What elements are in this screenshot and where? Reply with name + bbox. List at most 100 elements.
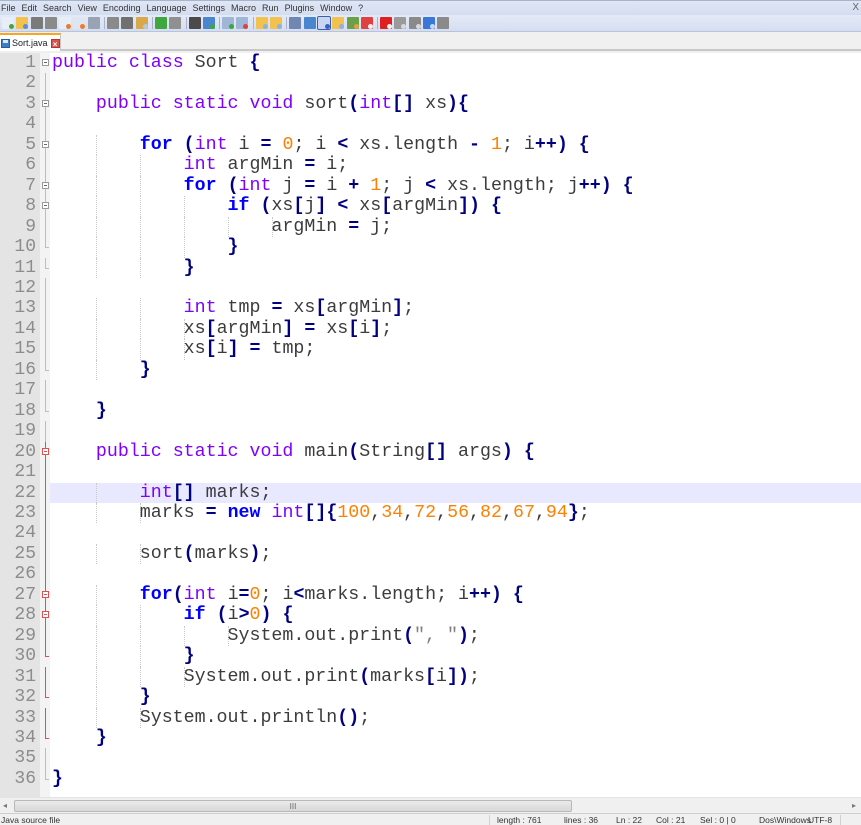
sync-horizontal-icon[interactable] (270, 17, 283, 29)
code-text-area[interactable]: public static void sort(int[] xs){ (50, 94, 861, 114)
code-text-area[interactable]: System.out.print(", "); (50, 625, 861, 647)
scrollbar-thumb[interactable]: III (14, 800, 572, 812)
code-text-area[interactable]: for (int i = 0; i < xs.length - 1; i++) … (50, 134, 861, 156)
code-text-area[interactable] (50, 564, 861, 584)
code-text-area[interactable] (50, 278, 861, 298)
code-line[interactable]: 3 public static void sort(int[] xs){ (0, 93, 861, 115)
code-line[interactable]: 5 for (int i = 0; i < xs.length - 1; i++… (0, 134, 861, 156)
record-macro-icon[interactable] (380, 17, 393, 29)
close-all-icon[interactable] (73, 17, 86, 29)
code-line[interactable]: 8 if (xs[j] < xs[argMin]) { (0, 196, 861, 217)
code-line[interactable]: 26 (0, 564, 861, 585)
code-text-area[interactable]: int argMin = i; (50, 155, 861, 176)
menu-run[interactable]: Run (259, 1, 282, 15)
code-text-area[interactable]: if (xs[j] < xs[argMin]) { (50, 196, 861, 217)
scroll-left-arrow-icon[interactable]: ◂ (3, 801, 7, 810)
paste-icon[interactable] (135, 17, 148, 29)
menu-plugins[interactable]: Plugins (282, 1, 318, 15)
code-editor[interactable]: 1 public class Sort {2 3 public static voi… (0, 53, 861, 797)
code-text-area[interactable]: int[] marks; (50, 482, 861, 503)
code-text-area[interactable]: } (50, 401, 861, 421)
scroll-right-arrow-icon[interactable]: ▸ (852, 801, 856, 810)
zoom-in-icon[interactable] (222, 17, 235, 29)
code-text-area[interactable]: if (i>0) { (50, 605, 861, 626)
save-icon[interactable] (30, 17, 43, 29)
run-macro-multiple-icon[interactable] (423, 17, 436, 29)
menu-help[interactable]: ? (355, 1, 366, 15)
code-text-area[interactable]: System.out.print(marks[i]); (50, 666, 861, 688)
code-line[interactable]: 33 System.out.println(); (0, 707, 861, 728)
code-line[interactable]: 32 } (0, 687, 861, 708)
play-macro-icon[interactable] (408, 17, 421, 29)
code-line[interactable]: 10 } (0, 237, 861, 258)
code-line[interactable]: 4 (0, 114, 861, 135)
horizontal-scrollbar[interactable]: ◂ III ▸ (0, 797, 861, 813)
menu-search[interactable]: Search (40, 1, 75, 15)
menu-window[interactable]: Window (317, 1, 355, 15)
code-text-area[interactable] (50, 421, 861, 441)
redo-icon[interactable] (169, 17, 182, 29)
code-line[interactable]: 9 argMin = j; (0, 216, 861, 238)
code-text-area[interactable]: argMin = j; (50, 216, 861, 238)
code-text-area[interactable]: int tmp = xs[argMin]; (50, 298, 861, 319)
fold-toggle-icon[interactable] (40, 605, 50, 626)
menu-settings[interactable]: Settings (190, 1, 229, 15)
copy-icon[interactable] (121, 17, 134, 29)
code-line[interactable]: 28 if (i>0) { (0, 605, 861, 626)
code-line[interactable]: 27 for(int i=0; i<marks.length; i++) { (0, 584, 861, 606)
code-line[interactable]: 25 sort(marks); (0, 543, 861, 565)
code-text-area[interactable]: } (50, 687, 861, 708)
menu-macro[interactable]: Macro (228, 1, 259, 15)
open-file-icon[interactable] (16, 17, 29, 29)
code-text-area[interactable]: System.out.println(); (50, 707, 861, 728)
save-all-icon[interactable] (44, 17, 57, 29)
code-text-area[interactable] (50, 523, 861, 543)
code-line[interactable]: 29 System.out.print(", "); (0, 625, 861, 647)
code-text-area[interactable]: sort(marks); (50, 543, 861, 565)
menu-language[interactable]: Language (143, 1, 189, 15)
close-file-icon[interactable] (59, 17, 72, 29)
menu-encoding[interactable]: Encoding (100, 1, 144, 15)
tab-sort-java[interactable]: Sort.java × (0, 33, 61, 51)
fold-toggle-icon[interactable] (40, 53, 50, 73)
show-all-chars-icon[interactable] (303, 17, 316, 29)
code-text-area[interactable]: public class Sort { (50, 53, 861, 73)
sync-vertical-icon[interactable] (255, 17, 268, 29)
code-line[interactable]: 17 (0, 380, 861, 401)
code-line[interactable]: 22 int[] marks; (0, 482, 861, 503)
code-line[interactable]: 36} (0, 768, 861, 789)
code-line[interactable]: 6 int argMin = i; (0, 155, 861, 176)
undo-icon[interactable] (154, 17, 167, 29)
menu-view[interactable]: View (75, 1, 100, 15)
fold-toggle-icon[interactable] (40, 196, 50, 217)
code-text-area[interactable] (50, 73, 861, 93)
save-macro-icon[interactable] (437, 17, 450, 29)
code-text-area[interactable]: } (50, 257, 861, 278)
code-line[interactable]: 1 public class Sort { (0, 53, 861, 73)
code-text-area[interactable]: } (50, 359, 861, 381)
find-icon[interactable] (188, 17, 201, 29)
code-text-area[interactable]: } (50, 237, 861, 258)
code-line[interactable]: 20 public static void main(String[] args… (0, 441, 861, 463)
code-line[interactable]: 18 } (0, 400, 861, 421)
document-map-icon[interactable] (346, 17, 359, 29)
code-text-area[interactable] (50, 748, 861, 768)
code-text-area[interactable]: } (50, 728, 861, 748)
code-text-area[interactable]: for(int i=0; i<marks.length; i++) { (50, 584, 861, 606)
user-language-icon[interactable] (332, 17, 345, 29)
code-text-area[interactable]: xs[argMin] = xs[i]; (50, 318, 861, 340)
code-text-area[interactable]: marks = new int[]{100,34,72,56,82,67,94}… (50, 502, 861, 524)
code-text-area[interactable]: } (50, 769, 861, 789)
new-file-icon[interactable] (2, 17, 14, 29)
code-line[interactable]: 14 xs[argMin] = xs[i]; (0, 318, 861, 340)
code-line[interactable]: 34 } (0, 727, 861, 748)
close-document-button[interactable]: X (852, 1, 859, 15)
status-eol-format[interactable]: Dos\Windows (759, 814, 811, 825)
code-text-area[interactable]: xs[i] = tmp; (50, 339, 861, 360)
tab-close-button[interactable]: × (50, 38, 60, 49)
code-line[interactable]: 35 (0, 748, 861, 769)
code-line[interactable]: 11 } (0, 257, 861, 278)
fold-toggle-icon[interactable] (40, 584, 50, 606)
code-text-area[interactable] (50, 462, 861, 482)
fold-toggle-icon[interactable] (40, 93, 50, 115)
